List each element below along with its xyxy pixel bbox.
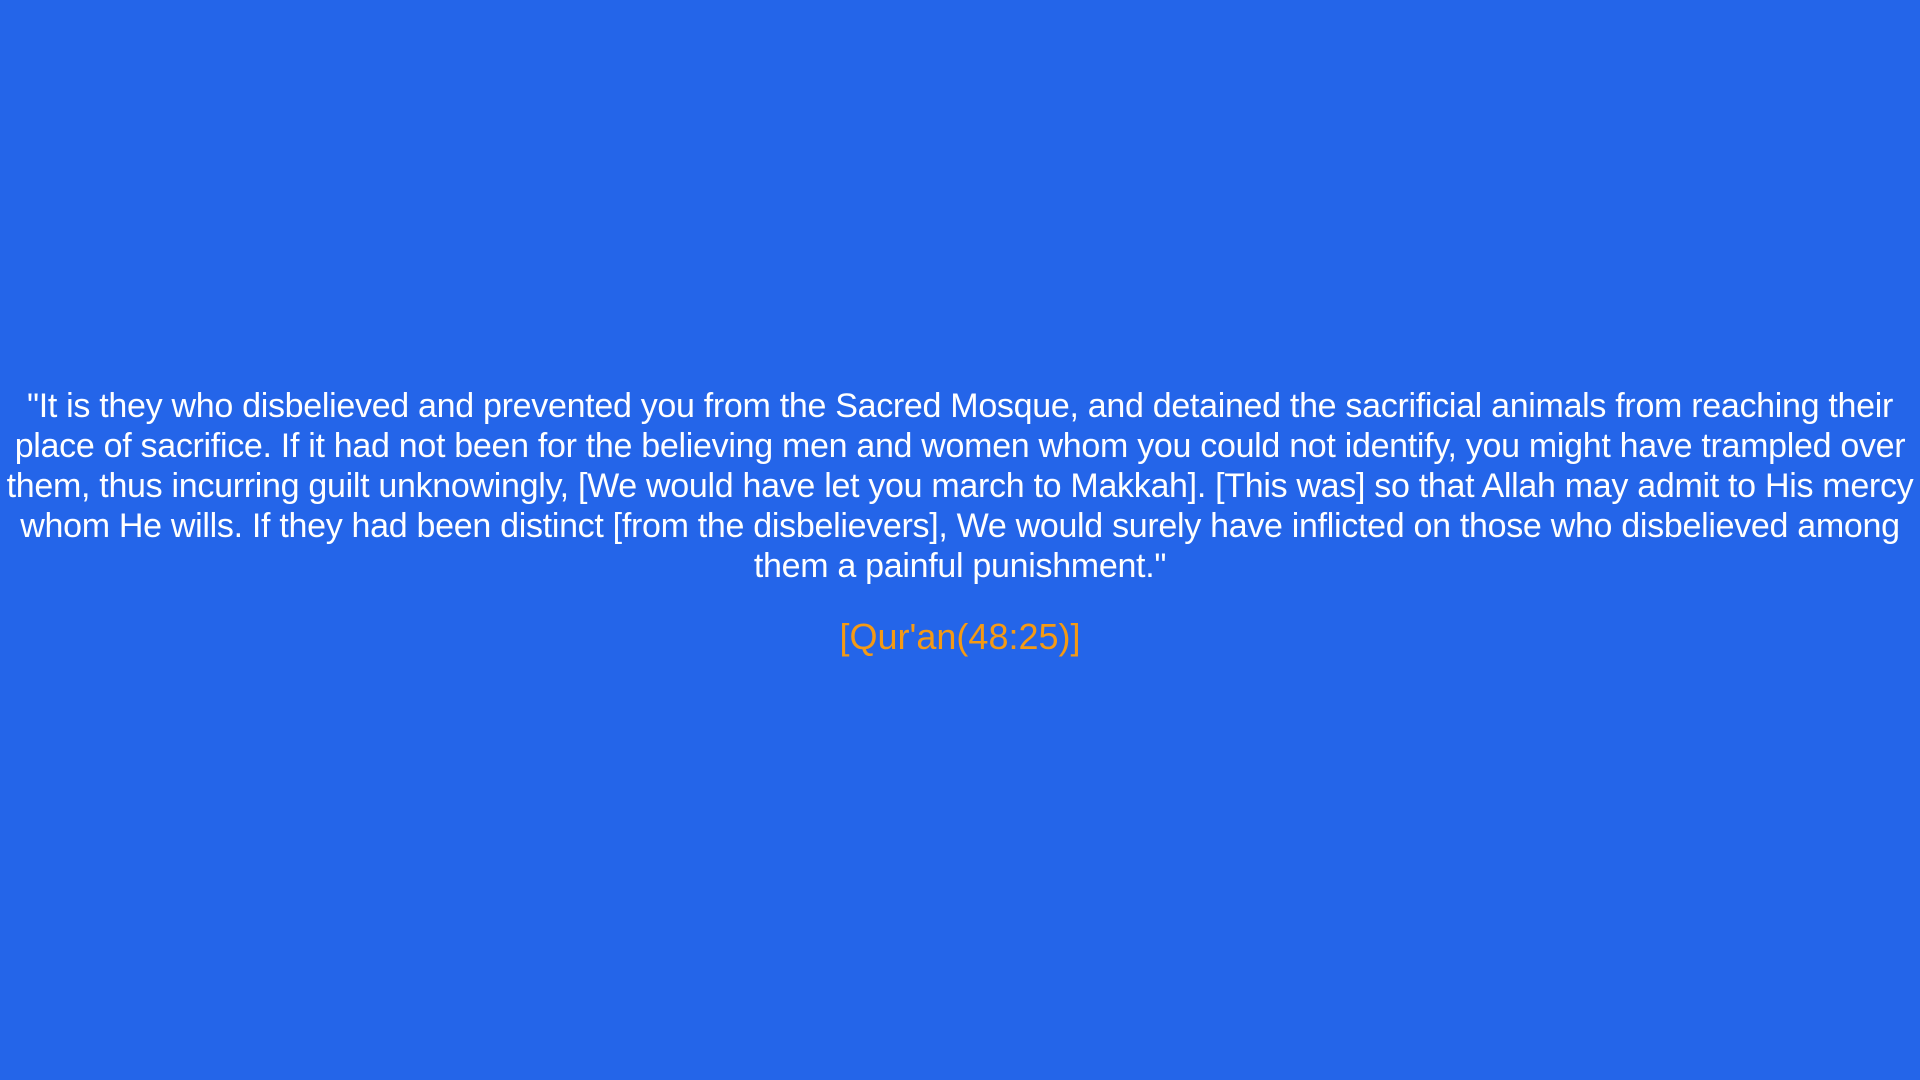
quote-citation: [Qur'an(48:25)]	[839, 616, 1081, 657]
quote-container: "It is they who disbelieved and prevente…	[0, 386, 1920, 658]
quote-text: "It is they who disbelieved and prevente…	[6, 387, 1914, 585]
